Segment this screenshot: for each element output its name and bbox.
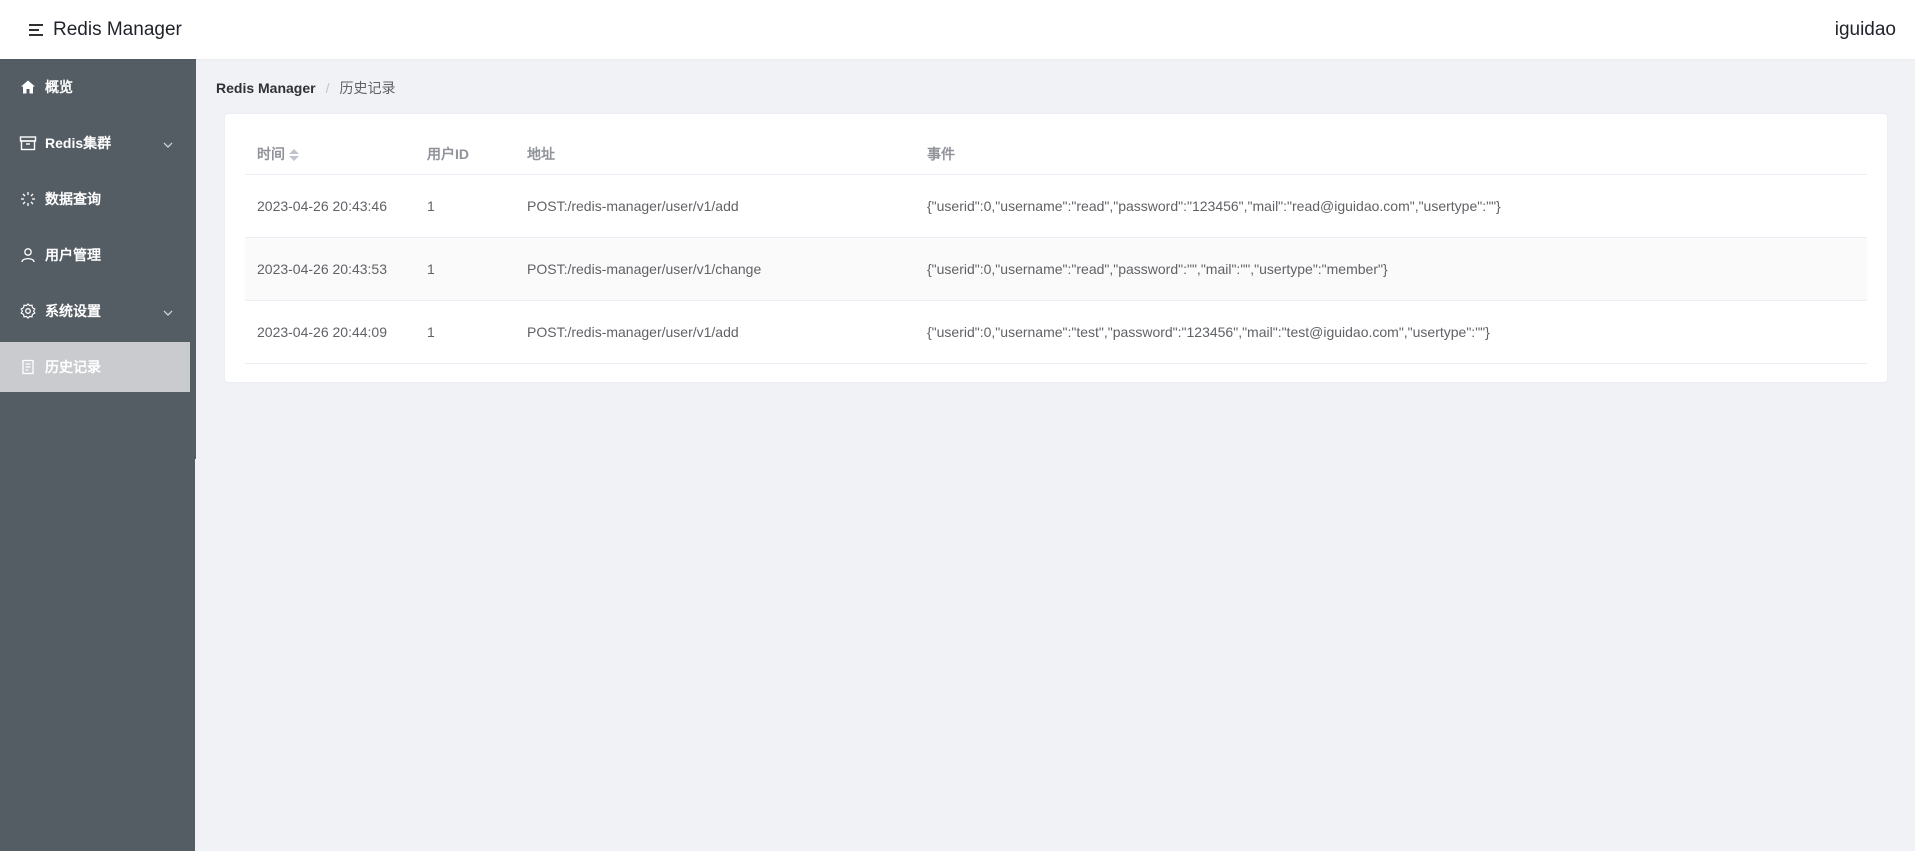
sidebar-item-label: 数据查询 xyxy=(45,191,101,207)
history-card: 时间 用户ID 地址 事件 2023-04-26 20:43:46 1 POST… xyxy=(224,113,1888,383)
table-row: 2023-04-26 20:44:09 1 POST:/redis-manage… xyxy=(245,300,1867,364)
box-icon xyxy=(19,134,37,152)
sidebar-item-label: Redis集群 xyxy=(45,135,112,151)
sidebar-item-redis-cluster[interactable]: Redis集群 xyxy=(0,115,195,171)
breadcrumb-current: 历史记录 xyxy=(339,80,396,96)
chevron-down-icon xyxy=(163,137,173,148)
sidebar-item-label: 系统设置 xyxy=(45,303,101,319)
sidebar-item-data-query[interactable]: 数据查询 xyxy=(0,171,195,227)
main-content: Redis Manager / 历史记录 时间 用户ID 地址 事件 2023-… xyxy=(196,59,1915,851)
top-header: Redis Manager iguidao xyxy=(0,0,1915,59)
sidebar-item-label: 用户管理 xyxy=(45,247,101,263)
menu-toggle-icon[interactable] xyxy=(29,23,43,36)
cell-time: 2023-04-26 20:44:09 xyxy=(245,300,415,364)
breadcrumb: Redis Manager / 历史记录 xyxy=(216,78,395,98)
cell-address: POST:/redis-manager/user/v1/add xyxy=(515,174,915,238)
cell-event: {"userid":0,"username":"test","password"… xyxy=(915,300,1867,364)
cell-user-id: 1 xyxy=(415,300,515,364)
sidebar-item-label: 概览 xyxy=(45,79,73,95)
cell-time: 2023-04-26 20:43:53 xyxy=(245,237,415,301)
header-left: Redis Manager xyxy=(29,19,182,41)
sort-icon[interactable] xyxy=(289,149,299,162)
sidebar-item-system-settings[interactable]: 系统设置 xyxy=(0,283,195,339)
cell-event: {"userid":0,"username":"read","password"… xyxy=(915,237,1867,301)
table-row: 2023-04-26 20:43:53 1 POST:/redis-manage… xyxy=(245,237,1867,301)
sidebar-item-label: 历史记录 xyxy=(45,359,101,375)
cell-address: POST:/redis-manager/user/v1/add xyxy=(515,300,915,364)
table-row: 2023-04-26 20:43:46 1 POST:/redis-manage… xyxy=(245,174,1867,238)
sidebar: 概览 Redis集群 数据查询 用户管理 系统设置 历史记录 xyxy=(0,59,196,851)
sidebar-item-history[interactable]: 历史记录 xyxy=(0,342,190,392)
app-title: Redis Manager xyxy=(53,18,182,40)
breadcrumb-separator: / xyxy=(325,80,330,96)
user-name[interactable]: iguidao xyxy=(1835,19,1896,41)
history-table: 时间 用户ID 地址 事件 2023-04-26 20:43:46 1 POST… xyxy=(245,134,1867,364)
loading-icon xyxy=(19,190,37,208)
home-icon xyxy=(19,78,37,96)
sidebar-item-user-management[interactable]: 用户管理 xyxy=(0,227,195,283)
chevron-down-icon xyxy=(163,305,173,316)
document-icon xyxy=(19,358,37,376)
cell-user-id: 1 xyxy=(415,174,515,238)
cell-time: 2023-04-26 20:43:46 xyxy=(245,174,415,238)
column-header-time[interactable]: 时间 xyxy=(245,134,415,175)
cell-user-id: 1 xyxy=(415,237,515,301)
cell-event: {"userid":0,"username":"read","password"… xyxy=(915,174,1867,238)
gear-icon xyxy=(19,302,37,320)
column-header-address: 地址 xyxy=(515,134,915,175)
sidebar-item-overview[interactable]: 概览 xyxy=(0,59,195,115)
column-header-user-id: 用户ID xyxy=(415,134,515,175)
user-icon xyxy=(19,246,37,264)
table-header-row: 时间 用户ID 地址 事件 xyxy=(245,134,1867,175)
cell-address: POST:/redis-manager/user/v1/change xyxy=(515,237,915,301)
column-header-event: 事件 xyxy=(915,134,1867,175)
breadcrumb-root[interactable]: Redis Manager xyxy=(216,80,316,96)
